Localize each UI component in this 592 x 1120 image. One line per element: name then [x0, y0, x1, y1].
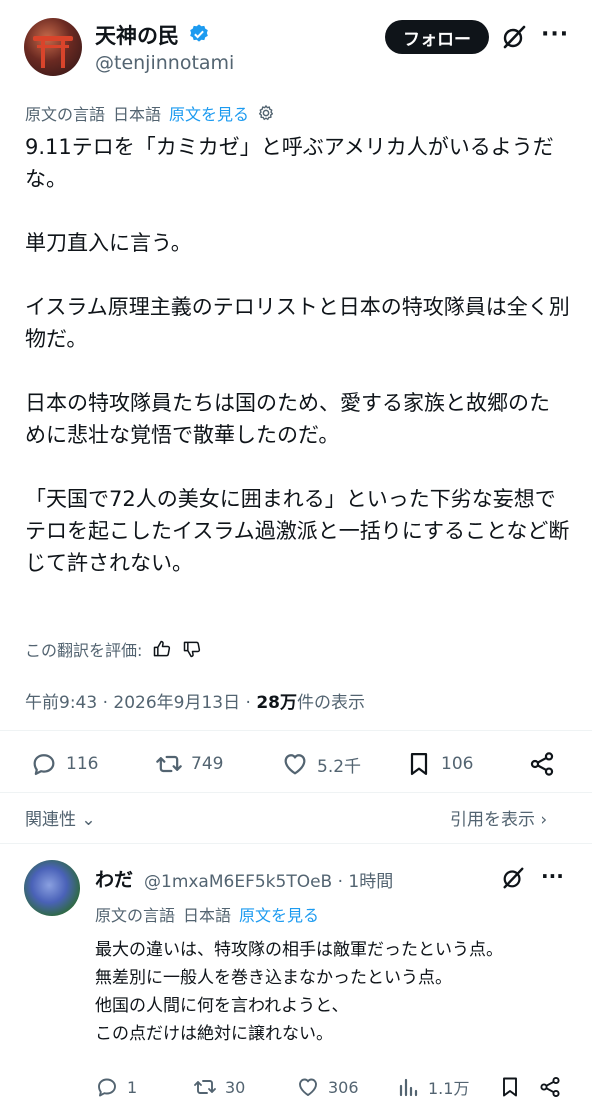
reply-text: 最大の違いは、特攻隊の相手は敵軍だったという点。 無差別に一般人を巻き込まなかっ…: [95, 940, 503, 1044]
gear-icon[interactable]: [257, 104, 275, 122]
views-count: 28万: [256, 693, 297, 713]
grok-icon[interactable]: [501, 866, 525, 890]
share-icon: [530, 752, 554, 776]
tweet-meta: 午前9:43 · 2026年9月13日 · 28万件の表示: [25, 688, 365, 713]
reply-reply-button[interactable]: 1: [95, 1075, 137, 1099]
reply-retweet-button[interactable]: 30: [193, 1075, 245, 1099]
like-count: 5.2千: [317, 756, 362, 777]
more-options-icon[interactable]: ···: [541, 22, 569, 47]
view-quotes-link[interactable]: 引用を表示 ›: [450, 805, 547, 830]
retweet-count: 749: [191, 754, 224, 774]
author-handle[interactable]: @tenjinnotami: [95, 52, 234, 74]
show-original-link[interactable]: 原文を見る: [169, 101, 249, 125]
author-display-name[interactable]: 天神の民: [95, 20, 179, 50]
reply-count: 116: [66, 754, 99, 774]
divider: [0, 792, 592, 793]
reply-translation-label: 原文の言語: [95, 906, 176, 925]
rate-translation: この翻訳を評価:: [25, 637, 202, 661]
bookmark-icon: [410, 752, 428, 776]
divider: [0, 843, 592, 844]
reply-author-name[interactable]: わだ: [95, 865, 133, 892]
analytics-icon: [399, 1078, 418, 1097]
reply-share-button[interactable]: [538, 1075, 562, 1099]
heart-icon: [299, 1078, 317, 1096]
thumbs-down-icon[interactable]: [182, 639, 202, 659]
share-button[interactable]: [528, 750, 556, 778]
reply-like-button[interactable]: 306: [296, 1075, 359, 1099]
reply-retweet-count: 30: [225, 1077, 246, 1097]
thumbs-up-icon[interactable]: [152, 639, 172, 659]
grok-icon[interactable]: [501, 24, 527, 50]
reply-actions: 1 30 306 1.1万: [0, 1075, 592, 1109]
sort-relevance-dropdown[interactable]: 関連性 ⌄: [25, 805, 96, 830]
retweet-icon: [194, 1080, 216, 1094]
more-options-icon[interactable]: ···: [541, 864, 564, 888]
tweet-timestamp[interactable]: 午前9:43 · 2026年9月13日 ·: [25, 693, 256, 713]
rate-translation-label: この翻訳を評価:: [25, 641, 143, 660]
translation-info: 原文の言語 日本語 原文を見る: [25, 101, 275, 125]
reply-bookmark-button[interactable]: [498, 1075, 522, 1099]
follow-button[interactable]: フォロー: [385, 20, 489, 54]
tweet-actions: 116 749 5.2千 106: [0, 750, 592, 784]
heart-icon: [284, 754, 306, 775]
reply-reply-count: 1: [127, 1077, 138, 1097]
reply-author-avatar[interactable]: [24, 860, 80, 916]
like-button[interactable]: 5.2千: [281, 750, 361, 778]
views-suffix: 件の表示: [296, 693, 365, 713]
share-icon: [540, 1076, 560, 1098]
reply-translation-info: 原文の言語 日本語 原文を見る: [95, 902, 319, 926]
reply-views-button[interactable]: 1.1万: [396, 1075, 469, 1099]
reply-like-count: 306: [328, 1077, 359, 1097]
author-avatar[interactable]: [24, 18, 82, 76]
reply-button[interactable]: 116: [30, 750, 98, 778]
retweet-button[interactable]: 749: [155, 750, 223, 778]
tweet-text: 9.11テロを「カミカゼ」と呼ぶアメリカ人がいるようだな。 単刀直入に言う。 イ…: [25, 135, 570, 575]
reply-icon: [33, 754, 55, 776]
bookmark-button[interactable]: 106: [405, 750, 473, 778]
verified-badge-icon: [190, 24, 208, 42]
reply-author-meta[interactable]: @1mxaM6EF5k5TOeB · 1時間: [144, 867, 393, 892]
divider: [0, 730, 592, 731]
reply-icon: [98, 1078, 116, 1097]
retweet-icon: [156, 755, 182, 773]
bookmark-count: 106: [441, 754, 474, 774]
translation-language: 日本語: [113, 105, 162, 124]
torii-decoration: [33, 36, 73, 41]
bookmark-icon: [503, 1077, 517, 1097]
reply-views-count: 1.1万: [428, 1079, 470, 1098]
translation-label: 原文の言語: [25, 105, 106, 124]
reply-show-original-link[interactable]: 原文を見る: [239, 902, 319, 926]
reply-translation-language: 日本語: [183, 906, 232, 925]
